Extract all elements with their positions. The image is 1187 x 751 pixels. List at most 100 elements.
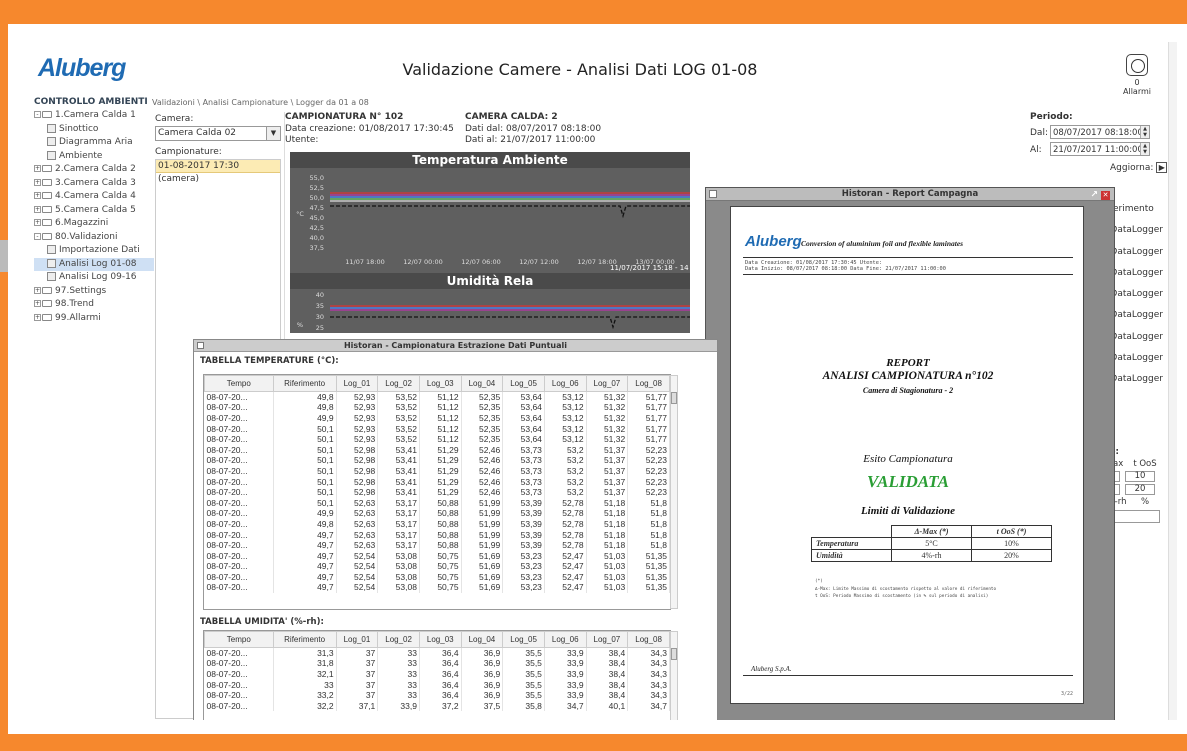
expand-icon[interactable]: + [34,286,41,294]
camera-select[interactable]: Camera Calda 02 ▼ [155,126,281,141]
table-row[interactable]: 08-07-20... 32,2 37,1 33,9 37,2 37,5 35,8 34,7 4… [204,700,670,712]
table-row[interactable]: 08-07-20... 31,3 37 33 36,4 36,9 35,5 33,9 38,4 3… [204,647,670,659]
spinner-icon[interactable]: ▲ ▼ [1140,143,1149,155]
window-checkbox[interactable] [197,342,204,349]
sidebar-item[interactable]: Ambiente [34,150,154,164]
window-checkbox[interactable] [709,190,717,198]
report-window[interactable]: Historan - Report Campagna ↗ ✕ Aluberg Con… [705,187,1115,720]
table-row[interactable]: 08-07-20... 50,1 52,63 53,17 50,88 51,99 53,39… [204,497,670,509]
table-row[interactable]: 08-07-20... 31,8 37 33 36,4 36,9 35,5 33,9 38,4 3… [204,658,670,669]
table-cell: 33 [377,658,420,669]
table-scrollbar[interactable] [670,375,678,609]
sidebar-item[interactable]: +98.Trend [34,298,154,312]
alarms-button[interactable]: 0 Allarmi [1120,54,1154,96]
sidebar-item[interactable]: Importazione Dati [34,244,154,258]
expand-icon[interactable]: + [34,192,41,199]
expand-icon[interactable]: + [34,219,41,226]
expand-icon[interactable]: + [34,300,41,307]
side-tab[interactable] [0,240,8,272]
table-row[interactable]: 08-07-20... 32,1 37 33 36,4 36,9 35,5 33,9 38,4 3… [204,668,670,680]
sidebar-item[interactable]: +4.Camera Calda 4 [34,190,154,204]
table-row[interactable]: 08-07-20... 50,1 52,98 53,41 51,29 52,46 53,73… [204,465,670,477]
main-scrollbar[interactable] [1168,42,1177,720]
column-header[interactable]: Log_07 [585,631,629,648]
column-header[interactable]: Log_06 [543,375,587,392]
sidebar-item[interactable]: +6.Magazzini [34,217,154,231]
table-row[interactable]: 08-07-20... 49,7 52,54 53,08 50,75 51,69 53,23… [204,561,670,572]
table-row[interactable]: 08-07-20... 50,1 52,93 53,52 51,12 52,35 53,64… [204,423,670,434]
spinner-icon[interactable]: ▲ ▼ [1140,126,1149,138]
sidebar-item[interactable]: +97.Settings [34,285,154,299]
column-header[interactable]: Log_02 [377,631,420,648]
temperature-chart[interactable]: Temperatura Ambiente 55,0 52,5 50,0 47,5 45,… [290,152,690,274]
table-row[interactable]: 08-07-20... 50,1 52,98 53,41 51,29 52,46 53,73… [204,486,670,498]
column-header[interactable]: Log_05 [502,375,545,392]
column-header[interactable]: Log_04 [460,631,504,648]
column-header[interactable]: Log_02 [377,375,420,392]
expand-icon[interactable]: + [34,205,41,213]
sidebar-item[interactable]: Diagramma Aria [34,136,154,150]
limit-hum-toos[interactable]: 20 [1125,484,1155,495]
table-row[interactable]: 08-07-20... 33 37 33 36,4 36,9 35,5 33,9 38,4 34,… [204,679,670,690]
collapse-icon[interactable]: - [34,111,41,118]
column-header[interactable]: Log_01 [335,631,379,648]
expand-icon[interactable]: + [34,165,41,172]
table-row[interactable]: 08-07-20... 50,1 52,98 53,41 51,29 52,46 53,73… [204,444,670,456]
expand-icon[interactable]: + [34,313,41,321]
table-row[interactable]: 08-07-20... 33,2 37 33 36,4 36,9 35,5 33,9 38,4 3… [204,689,670,701]
table-row[interactable]: 08-07-20... 49,9 52,63 53,17 50,88 51,99 53,39… [204,508,670,519]
al-datetime-input[interactable]: 21/07/2017 11:00:00 ▲ ▼ [1050,142,1150,156]
column-header[interactable]: Log_03 [418,631,462,648]
sidebar-item[interactable]: - 80.Validazioni [34,231,154,245]
sidebar-item[interactable]: +2.Camera Calda 2 [34,163,154,177]
column-header[interactable]: Log_03 [418,375,462,392]
column-header[interactable]: Log_08 [627,375,670,392]
limit-temp-toos[interactable]: 10 [1125,471,1155,482]
table-row[interactable]: 08-07-20... 49,7 52,54 53,08 50,75 51,69 53,23… [204,582,670,593]
sidebar-item[interactable]: +99.Allarmi [34,312,154,326]
column-header[interactable]: Log_08 [627,631,670,648]
sidebar-item[interactable]: Sinottico [34,123,154,137]
table-row[interactable]: 08-07-20... 49,9 52,93 53,52 51,12 52,35 53,64… [204,412,670,424]
column-header[interactable]: Log_04 [460,375,504,392]
column-header[interactable]: Riferimento [272,631,337,648]
maximize-icon[interactable]: ↗ [1090,190,1098,200]
table-row[interactable]: 08-07-20... 49,7 52,63 53,17 50,88 51,99 53,39… [204,529,670,540]
humidity-table[interactable]: Tempo Riferimento Log_01 Log_02 Log_03 Log_04… [203,630,678,720]
extraction-window[interactable]: Historan - Campionatura Estrazione Dati … [193,339,718,720]
humidity-chart[interactable]: Umidità Rela 40 35 30 25% [290,273,690,333]
sidebar-item[interactable]: Analisi Log 09-16 [34,271,154,285]
column-header[interactable]: Riferimento [272,375,337,392]
table-row[interactable]: 08-07-20... 50,1 52,93 53,52 51,12 52,35 53,64… [204,433,670,445]
dal-datetime-input[interactable]: 08/07/2017 08:18:00 ▲ ▼ [1050,125,1150,139]
chevron-down-icon[interactable]: ▼ [266,127,280,140]
column-header[interactable]: Log_01 [335,375,379,392]
extraction-titlebar[interactable]: Historan - Campionatura Estrazione Dati … [194,340,717,352]
sidebar-item[interactable]: Analisi Log 01-08 [34,257,154,271]
campionature-item[interactable]: 01-08-2017 17:30 (camera) [156,160,280,184]
column-header[interactable]: Tempo [204,375,274,392]
column-header[interactable]: Log_05 [502,631,545,648]
close-icon[interactable]: ✕ [1101,191,1110,200]
sidebar-item-label: Importazione Dati [59,245,140,255]
sidebar-item[interactable]: +3.Camera Calda 3 [34,177,154,191]
column-header[interactable]: Tempo [204,631,274,648]
table-row[interactable]: 08-07-20... 49,8 52,93 53,52 51,12 52,35 53,64… [204,391,670,403]
table-row[interactable]: 08-07-20... 49,7 52,63 53,17 50,88 51,99 53,39… [204,539,670,551]
table-row[interactable]: 08-07-20... 49,7 52,54 53,08 50,75 51,69 53,23… [204,550,670,561]
column-header[interactable]: Log_07 [585,375,629,392]
sidebar-item[interactable]: - 1.Camera Calda 1 [34,109,154,123]
report-titlebar[interactable]: Historan - Report Campagna ↗ ✕ [706,188,1114,201]
play-icon[interactable]: ▶ [1156,162,1168,173]
sidebar-item[interactable]: +5.Camera Calda 5 [34,204,154,218]
table-scrollbar[interactable] [670,631,678,720]
table-row[interactable]: 08-07-20... 49,8 52,93 53,52 51,12 52,35 53,64… [204,402,670,413]
collapse-icon[interactable]: - [34,232,41,240]
temperature-table[interactable]: Tempo Riferimento Log_01 Log_02 Log_03 Log_04… [203,374,678,610]
table-row[interactable]: 08-07-20... 50,1 52,98 53,41 51,29 52,46 53,73… [204,455,670,466]
table-row[interactable]: 08-07-20... 49,7 52,54 53,08 50,75 51,69 53,23… [204,571,670,583]
expand-icon[interactable]: + [34,178,41,186]
column-header[interactable]: Log_06 [543,631,587,648]
table-row[interactable]: 08-07-20... 49,8 52,63 53,17 50,88 51,99 53,39… [204,518,670,530]
table-row[interactable]: 08-07-20... 50,1 52,98 53,41 51,29 52,46 53,73… [204,476,670,487]
